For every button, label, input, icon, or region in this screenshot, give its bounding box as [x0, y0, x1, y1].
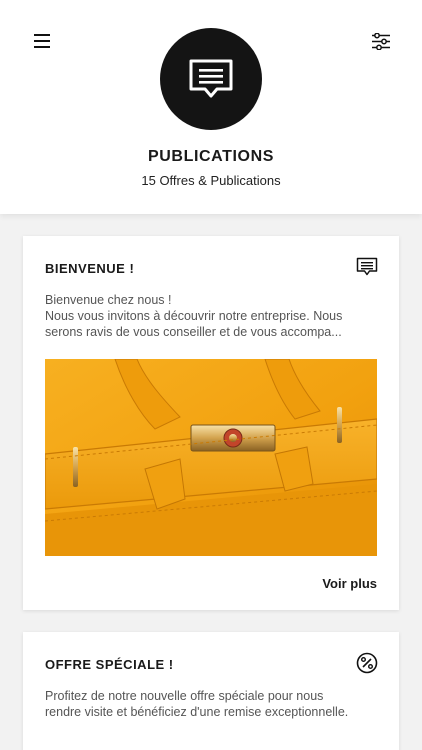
page-title: PUBLICATIONS	[147, 148, 274, 165]
message-icon	[356, 257, 378, 276]
hero-badge	[160, 28, 262, 130]
card-title: BIENVENUE !	[45, 261, 135, 276]
card-image	[45, 359, 377, 556]
publication-card[interactable]: OFFRE SPÉCIALE ! Profitez de notre nouve…	[23, 632, 399, 750]
hamburger-menu-icon	[34, 34, 50, 48]
menu-button[interactable]	[30, 30, 54, 52]
sliders-filter-icon	[372, 32, 390, 50]
card-text-line: Nous vous invitons à découvrir notre ent…	[45, 309, 343, 323]
page-subtitle: 15 Offres & Publications	[141, 173, 281, 188]
card-title: OFFRE SPÉCIALE !	[45, 657, 174, 672]
card-icon-wrapper	[355, 256, 379, 278]
card-text-line: Bienvenue chez nous !	[45, 293, 172, 307]
orange-leather-handbag-photo	[45, 359, 377, 556]
message-icon	[189, 59, 233, 98]
card-text-line: Profitez de notre nouvelle offre spécial…	[45, 689, 324, 703]
filter-button[interactable]	[368, 30, 394, 52]
card-description: Profitez de notre nouvelle offre spécial…	[45, 688, 379, 720]
page-header: PUBLICATIONS 15 Offres & Publications	[0, 0, 422, 214]
see-more-link[interactable]: Voir plus	[322, 576, 377, 591]
card-text-line: serons ravis de vous conseiller et de vo…	[45, 325, 342, 339]
card-description: Bienvenue chez nous ! Nous vous invitons…	[45, 292, 379, 340]
card-icon-wrapper	[355, 652, 379, 674]
card-text-line: rendre visite et bénéficiez d'une remise…	[45, 705, 349, 719]
percent-badge-icon	[356, 652, 378, 674]
publication-card[interactable]: BIENVENUE ! Bienvenue chez nous ! Nous v…	[23, 236, 399, 610]
